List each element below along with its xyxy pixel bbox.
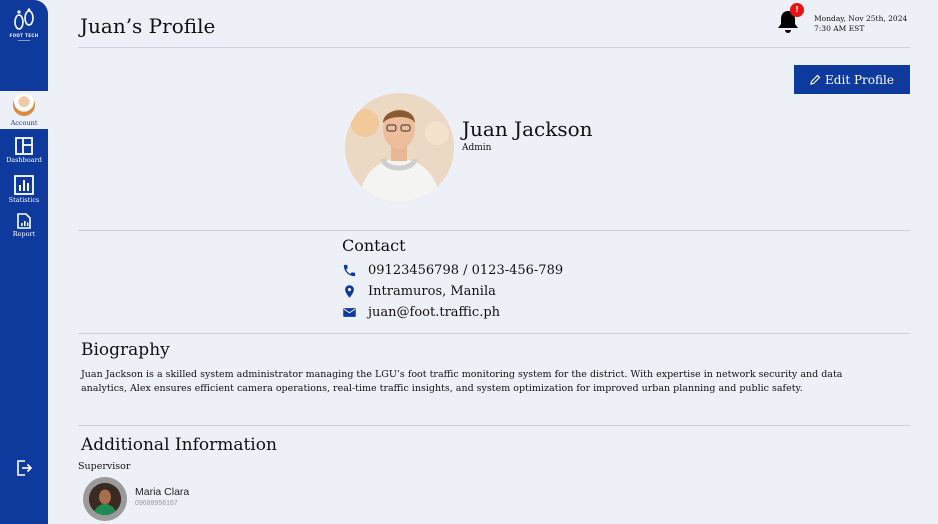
- supervisor-phone: 09688956167: [135, 500, 178, 507]
- contact-phone: 09123456798 / 0123-456-789: [342, 263, 563, 278]
- contact-email: juan@foot.traffic.ph: [342, 305, 500, 320]
- sidebar-item-label: Statistics: [8, 196, 40, 204]
- dashboard-icon: [15, 137, 33, 155]
- supervisor-label: Supervisor: [78, 461, 131, 472]
- sidebar-item-dashboard[interactable]: Dashboard: [0, 137, 48, 164]
- phone-icon: [343, 264, 356, 277]
- report-icon: [17, 213, 31, 229]
- contact-email-value[interactable]: juan@foot.traffic.ph: [368, 305, 500, 320]
- email-icon: [343, 308, 356, 317]
- contact-location: Intramuros, Manila: [342, 284, 496, 299]
- additional-info-heading: Additional Information: [81, 435, 277, 455]
- supervisor-name: Maria Clara: [135, 486, 190, 498]
- contact-location-value: Intramuros, Manila: [368, 284, 496, 299]
- page-title: Juan’s Profile: [80, 14, 216, 38]
- sidebar-item-label: Dashboard: [6, 156, 42, 164]
- pencil-icon: [810, 74, 821, 85]
- profile-photo: [345, 93, 454, 202]
- logout-icon: [17, 460, 33, 476]
- datetime: Monday, Nov 25th, 2024 7:30 AM EST: [814, 14, 907, 34]
- notification-badge: !: [790, 3, 804, 17]
- current-date: Monday, Nov 25th, 2024: [814, 14, 908, 23]
- location-pin-icon: [345, 285, 354, 298]
- sidebar-item-statistics[interactable]: Statistics: [0, 175, 48, 204]
- sidebar: FOOT TECH Account Dashboard Statistics R…: [0, 0, 48, 524]
- profile-role: Admin: [462, 143, 492, 153]
- logout-button[interactable]: [17, 460, 33, 480]
- foot-tech-logo: FOOT TECH: [4, 8, 44, 48]
- user-avatar: [13, 94, 35, 116]
- profile-name: Juan Jackson: [462, 117, 593, 141]
- sidebar-item-account[interactable]: Account: [0, 91, 48, 129]
- biography-text: Juan Jackson is a skilled system adminis…: [81, 369, 843, 394]
- bar-chart-icon: [14, 175, 34, 195]
- contact-phone-value: 09123456798 / 0123-456-789: [368, 263, 564, 278]
- brand-divider: [18, 40, 30, 41]
- brand-name: FOOT TECH: [9, 33, 39, 38]
- sidebar-item-label: Report: [12, 230, 36, 238]
- biography-divider: [78, 425, 910, 426]
- edit-profile-label: Edit Profile: [825, 72, 894, 87]
- supervisor-avatar: [83, 477, 127, 521]
- header-divider: [78, 47, 910, 48]
- contact-divider: [78, 333, 910, 334]
- footprints-icon: [14, 8, 34, 30]
- edit-profile-button[interactable]: Edit Profile: [794, 65, 910, 94]
- biography-heading: Biography: [81, 340, 170, 360]
- sidebar-item-report[interactable]: Report: [0, 213, 48, 238]
- sidebar-item-label: Account: [10, 119, 38, 127]
- contact-heading: Contact: [342, 236, 406, 255]
- profile-divider: [78, 230, 910, 231]
- current-time: 7:30 AM EST: [814, 24, 865, 33]
